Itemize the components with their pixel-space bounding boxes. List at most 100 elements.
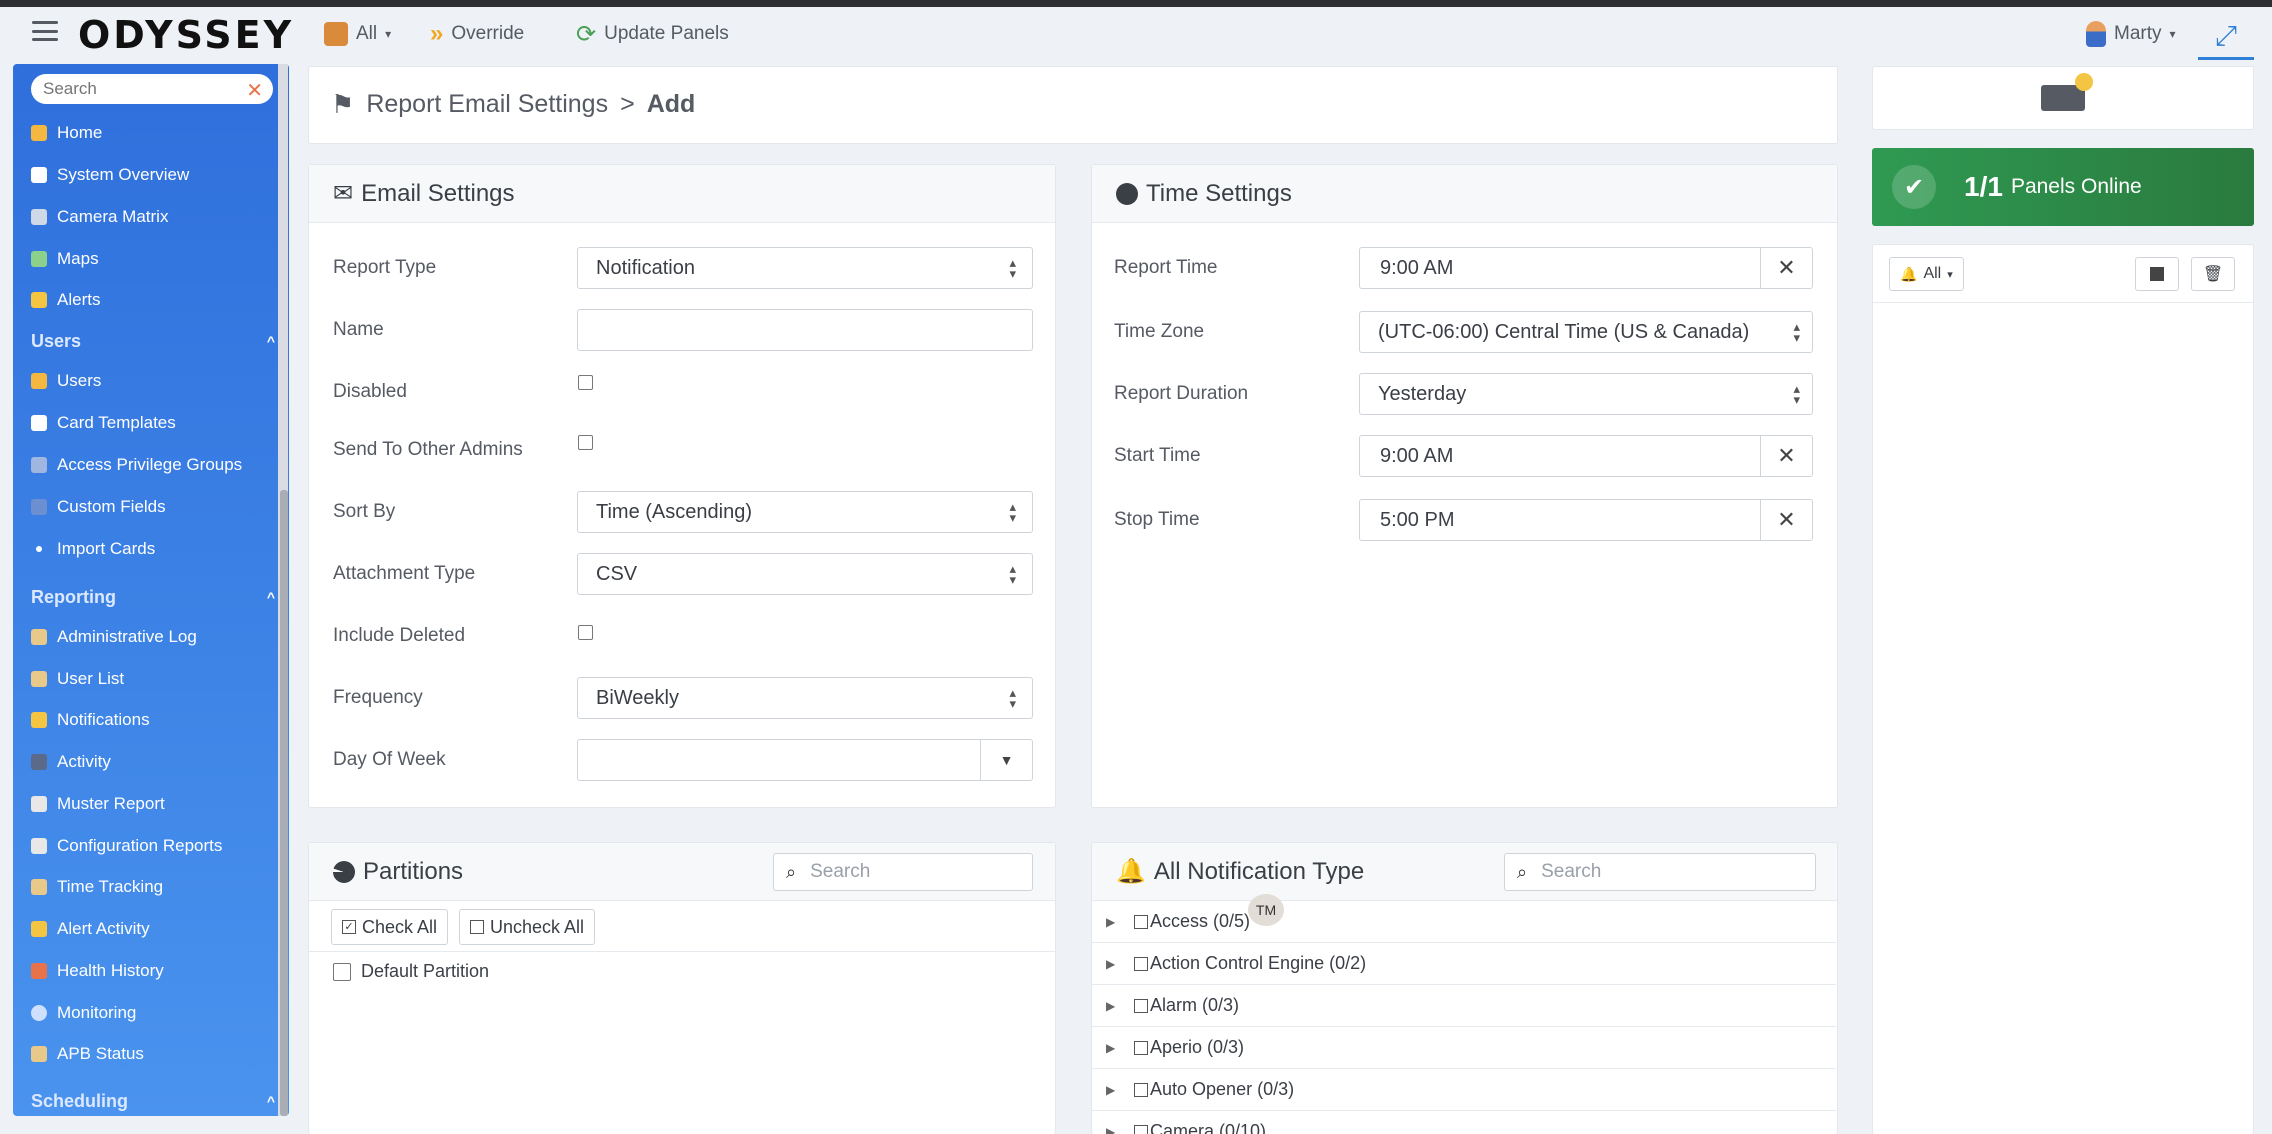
- tree-row[interactable]: ▶ Action Control Engine (0/2): [1092, 943, 1836, 985]
- tree-row[interactable]: ▶ Alarm (0/3): [1092, 985, 1836, 1027]
- day-of-week-select[interactable]: ▼: [577, 739, 1033, 781]
- sidebar-item-user-list[interactable]: User List: [31, 664, 271, 694]
- caret-right-icon[interactable]: ▶: [1106, 915, 1120, 929]
- sidebar-section-reporting[interactable]: Reporting ^: [31, 582, 275, 612]
- caret-right-icon[interactable]: ▶: [1106, 1083, 1120, 1097]
- caret-right-icon[interactable]: ▶: [1106, 999, 1120, 1013]
- check-all-button[interactable]: ✓ Check All: [331, 909, 449, 945]
- stop-icon: [2150, 267, 2164, 281]
- notification-search[interactable]: ⌕ Search: [1504, 853, 1816, 891]
- clear-start-time-icon[interactable]: ✕: [1760, 436, 1812, 476]
- notification-types-card: 🔔 All Notification Type ⌕ Search ▶ Acces…: [1091, 842, 1838, 1134]
- sidebar-item-notifications[interactable]: Notifications: [31, 705, 271, 735]
- sort-by-label: Sort By: [333, 501, 396, 522]
- time-zone-select[interactable]: (UTC-06:00) Central Time (US & Canada) ▴…: [1359, 311, 1813, 353]
- send-admins-label: Send To Other Admins: [333, 439, 523, 460]
- sidebar-item-label: Alert Activity: [57, 919, 150, 938]
- update-panels-button[interactable]: ⟳ Update Panels: [576, 21, 729, 48]
- include-deleted-checkbox[interactable]: [578, 625, 593, 640]
- report-duration-select[interactable]: Yesterday ▴ ▾: [1359, 373, 1813, 415]
- sidebar-item-label: Activity: [57, 752, 111, 771]
- dropdown-toggle-button[interactable]: ▼: [980, 740, 1032, 780]
- name-field[interactable]: [577, 309, 1033, 351]
- search-icon: ⌕: [786, 861, 797, 882]
- sidebar-item-maps[interactable]: Maps: [31, 244, 271, 274]
- sidebar-item-activity[interactable]: Activity: [31, 747, 271, 777]
- default-partition-checkbox[interactable]: [333, 962, 351, 981]
- tree-row[interactable]: ▶ Access (0/5): [1092, 901, 1836, 943]
- sort-arrows-icon: ▴ ▾: [1009, 561, 1016, 587]
- sidebar-item-label: Notifications: [57, 710, 150, 729]
- sidebar-item-apb-status[interactable]: APB Status: [31, 1039, 271, 1069]
- sidebar-item-time-tracking[interactable]: Time Tracking: [31, 872, 271, 902]
- partitions-search-placeholder: Search: [810, 861, 871, 882]
- sidebar-item-users[interactable]: Users: [31, 366, 271, 396]
- app-logo[interactable]: ODYSSEY: [78, 13, 294, 57]
- tree-row[interactable]: ▶ Camera (0/10): [1092, 1111, 1836, 1134]
- sidebar-item-health-history[interactable]: Health History: [31, 956, 271, 986]
- include-deleted-label: Include Deleted: [333, 625, 466, 646]
- sort-arrows-icon: ▴ ▾: [1009, 499, 1016, 525]
- sidebar-item-import-cards[interactable]: Import Cards: [31, 534, 271, 564]
- caret-right-icon[interactable]: ▶: [1106, 1125, 1120, 1134]
- sidebar-item-custom-fields[interactable]: Custom Fields: [31, 492, 271, 522]
- sidebar-item-card-templates[interactable]: Card Templates: [31, 408, 271, 438]
- hamburger-menu-icon[interactable]: [32, 21, 58, 41]
- frequency-select[interactable]: BiWeekly ▴ ▾: [577, 677, 1033, 719]
- tree-row[interactable]: ▶ Aperio (0/3): [1092, 1027, 1836, 1069]
- sidebar-search-input[interactable]: [43, 79, 233, 99]
- panel-hardware-icon[interactable]: [2041, 73, 2093, 111]
- caret-right-icon[interactable]: ▶: [1106, 1041, 1120, 1055]
- override-button[interactable]: » Override: [430, 20, 524, 47]
- tree-row[interactable]: ▶ Auto Opener (0/3): [1092, 1069, 1836, 1111]
- send-admins-checkbox[interactable]: [578, 435, 593, 450]
- sort-by-select[interactable]: Time (Ascending) ▴ ▾: [577, 491, 1033, 533]
- sidebar-item-muster-report[interactable]: Muster Report: [31, 789, 271, 819]
- sidebar-item-system-overview[interactable]: System Overview: [31, 160, 271, 190]
- search-icon: ⌕: [1517, 861, 1528, 882]
- tree-checkbox[interactable]: [1134, 1124, 1148, 1134]
- partitions-search[interactable]: ⌕ Search: [773, 853, 1033, 891]
- sidebar-section-title: Users: [31, 330, 82, 351]
- uncheck-all-button[interactable]: Uncheck All: [459, 909, 596, 945]
- start-time-field[interactable]: 9:00 AM ✕: [1359, 435, 1813, 477]
- clear-report-time-icon[interactable]: ✕: [1760, 248, 1812, 288]
- sidebar-scrollbar-thumb[interactable]: [280, 490, 288, 1116]
- sidebar-item-alert-activity[interactable]: Alert Activity: [31, 914, 271, 944]
- sidebar-section-users[interactable]: Users ^: [31, 326, 275, 356]
- clear-stop-time-icon[interactable]: ✕: [1760, 500, 1812, 540]
- panels-online-card[interactable]: ✔ 1/1 Panels Online: [1872, 148, 2254, 226]
- sidebar-item-home[interactable]: Home: [31, 118, 271, 148]
- user-menu[interactable]: Marty ▾: [2086, 21, 2176, 47]
- tree-checkbox[interactable]: [1134, 998, 1148, 1013]
- attachment-type-select[interactable]: CSV ▴ ▾: [577, 553, 1033, 595]
- all-filter-button[interactable]: All ▾: [324, 21, 391, 47]
- sort-by-value: Time (Ascending): [596, 500, 752, 523]
- delete-button[interactable]: 🗑: [2191, 257, 2235, 291]
- stop-time-value: 5:00 PM: [1380, 508, 1455, 531]
- sidebar-section-scheduling[interactable]: Scheduling ^: [31, 1086, 275, 1116]
- expand-icon[interactable]: ⤢: [2198, 16, 2254, 60]
- tree-checkbox[interactable]: [1134, 914, 1148, 929]
- sidebar-item-alerts[interactable]: Alerts: [31, 285, 271, 315]
- card-icon: [31, 415, 47, 431]
- sidebar-item-camera-matrix[interactable]: Camera Matrix: [31, 202, 271, 232]
- partition-item[interactable]: Default Partition: [333, 961, 489, 982]
- sidebar-item-label: Time Tracking: [57, 877, 164, 896]
- breadcrumb-parent[interactable]: Report Email Settings: [366, 90, 608, 119]
- stop-button[interactable]: [2135, 257, 2179, 291]
- clear-search-icon[interactable]: ✕: [246, 78, 263, 103]
- sidebar-item-access-privilege-groups[interactable]: Access Privilege Groups: [31, 450, 271, 480]
- disabled-checkbox[interactable]: [578, 375, 593, 390]
- tree-checkbox[interactable]: [1134, 1040, 1148, 1055]
- tree-checkbox[interactable]: [1134, 956, 1148, 971]
- sidebar-item-monitoring[interactable]: Monitoring: [31, 998, 271, 1028]
- report-time-field[interactable]: 9:00 AM ✕: [1359, 247, 1813, 289]
- tree-checkbox[interactable]: [1134, 1082, 1148, 1097]
- stop-time-field[interactable]: 5:00 PM ✕: [1359, 499, 1813, 541]
- caret-right-icon[interactable]: ▶: [1106, 957, 1120, 971]
- sidebar-item-administrative-log[interactable]: Administrative Log: [31, 622, 271, 652]
- sidebar-item-configuration-reports[interactable]: Configuration Reports: [31, 831, 271, 861]
- alert-filter-button[interactable]: 🔔 All ▾: [1889, 257, 1964, 291]
- report-type-select[interactable]: Notification ▴ ▾: [577, 247, 1033, 289]
